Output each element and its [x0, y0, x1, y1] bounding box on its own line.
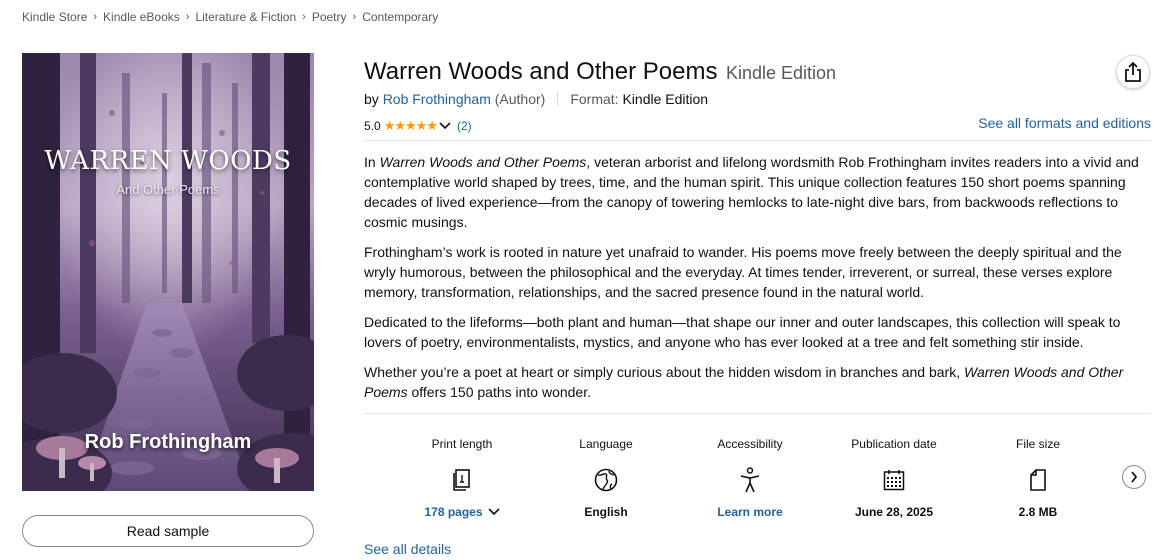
rating-stars[interactable]: ★★★★★ — [384, 118, 438, 134]
globe-icon — [594, 467, 618, 493]
description-paragraph: In Warren Woods and Other Poems, veteran… — [364, 154, 1139, 230]
description-paragraph: Dedicated to the lifeforms—both plant an… — [364, 314, 1121, 350]
cover-author: Rob Frothingham — [84, 431, 252, 453]
divider — [364, 140, 1151, 141]
see-all-formats-link[interactable]: See all formats and editions — [978, 115, 1151, 131]
breadcrumb-literature-fiction[interactable]: Literature & Fiction — [195, 10, 296, 24]
detail-label: Language — [579, 437, 633, 451]
chevron-down-icon[interactable] — [439, 119, 451, 133]
rating-count-link[interactable]: (2) — [457, 119, 472, 133]
book-cover-image[interactable]: WARREN WOODS And Other Poems Rob Frothin… — [22, 53, 314, 491]
detail-label: Accessibility — [717, 437, 783, 451]
format-label: Format: — [570, 91, 619, 107]
breadcrumb-separator: › — [352, 11, 357, 23]
cover-subtitle: And Other Poems — [116, 182, 220, 197]
breadcrumb-separator: › — [185, 11, 190, 23]
breadcrumb-contemporary[interactable]: Contemporary — [362, 10, 438, 24]
detail-label: Print length — [431, 437, 493, 451]
detail-accessibility: Accessibility Learn more — [678, 437, 822, 519]
share-icon — [1125, 62, 1141, 82]
cover-forest-artwork — [22, 53, 314, 491]
accessibility-person-icon — [739, 467, 761, 493]
rating-row: 5.0 ★★★★★ (2) — [364, 118, 472, 134]
share-button[interactable] — [1116, 55, 1150, 89]
detail-publication-date: Publication date June 28, 2025 — [822, 437, 966, 519]
chevron-down-icon — [487, 508, 500, 516]
detail-value: 2.8 MB — [1018, 505, 1058, 519]
by-label: by — [364, 91, 379, 107]
description-paragraph: Whether you’re a poet at heart or simply… — [364, 364, 1124, 400]
book-title-italic: Warren Woods and Other Poems — [379, 154, 587, 170]
byline: by Rob Frothingham (Author) Format: Kind… — [364, 91, 708, 107]
divider — [364, 413, 1151, 414]
breadcrumb-poetry[interactable]: Poetry — [312, 10, 347, 24]
detail-value: June 28, 2025 — [854, 505, 934, 519]
detail-language: Language English — [534, 437, 678, 519]
breadcrumb: Kindle Store › Kindle eBooks › Literatur… — [22, 10, 438, 24]
file-icon — [1030, 467, 1046, 493]
detail-file-size: File size 2.8 MB — [966, 437, 1110, 519]
breadcrumb-separator: › — [93, 11, 98, 23]
product-title: Warren Woods and Other Poems — [364, 58, 718, 85]
book-description: In Warren Woods and Other Poems, veteran… — [364, 152, 1154, 412]
author-link[interactable]: Rob Frothingham — [383, 91, 491, 107]
format-value: Kindle Edition — [622, 91, 709, 107]
see-all-details-link[interactable]: See all details — [364, 541, 451, 557]
accessibility-learn-more-link[interactable]: Learn more — [717, 505, 782, 519]
chevron-right-icon — [1131, 471, 1138, 483]
breadcrumb-kindle-ebooks[interactable]: Kindle eBooks — [103, 10, 180, 24]
carousel-next-button[interactable] — [1122, 465, 1146, 489]
rating-score: 5.0 — [364, 119, 381, 133]
detail-label: File size — [1015, 437, 1060, 451]
product-details-carousel: Print length 178 pages Language English … — [390, 437, 1110, 519]
breadcrumb-separator: › — [302, 11, 306, 23]
read-sample-button[interactable]: Read sample — [22, 515, 314, 547]
print-length-dropdown[interactable]: 178 pages — [424, 505, 500, 519]
byline-divider — [557, 92, 559, 106]
detail-value: 178 pages — [424, 505, 483, 519]
calendar-icon — [883, 467, 905, 493]
detail-value: English — [584, 505, 628, 519]
product-edition: Kindle Edition — [725, 63, 837, 83]
book-pages-icon — [453, 467, 471, 493]
detail-label: Publication date — [851, 437, 937, 451]
breadcrumb-kindle-store[interactable]: Kindle Store — [22, 10, 87, 24]
author-role: (Author) — [494, 91, 546, 107]
description-paragraph: Frothingham’s work is rooted in nature y… — [364, 244, 1122, 300]
product-title-row: Warren Woods and Other Poems Kindle Edit… — [364, 58, 836, 86]
cover-title: WARREN WOODS — [44, 146, 292, 176]
detail-print-length: Print length 178 pages — [390, 437, 534, 519]
